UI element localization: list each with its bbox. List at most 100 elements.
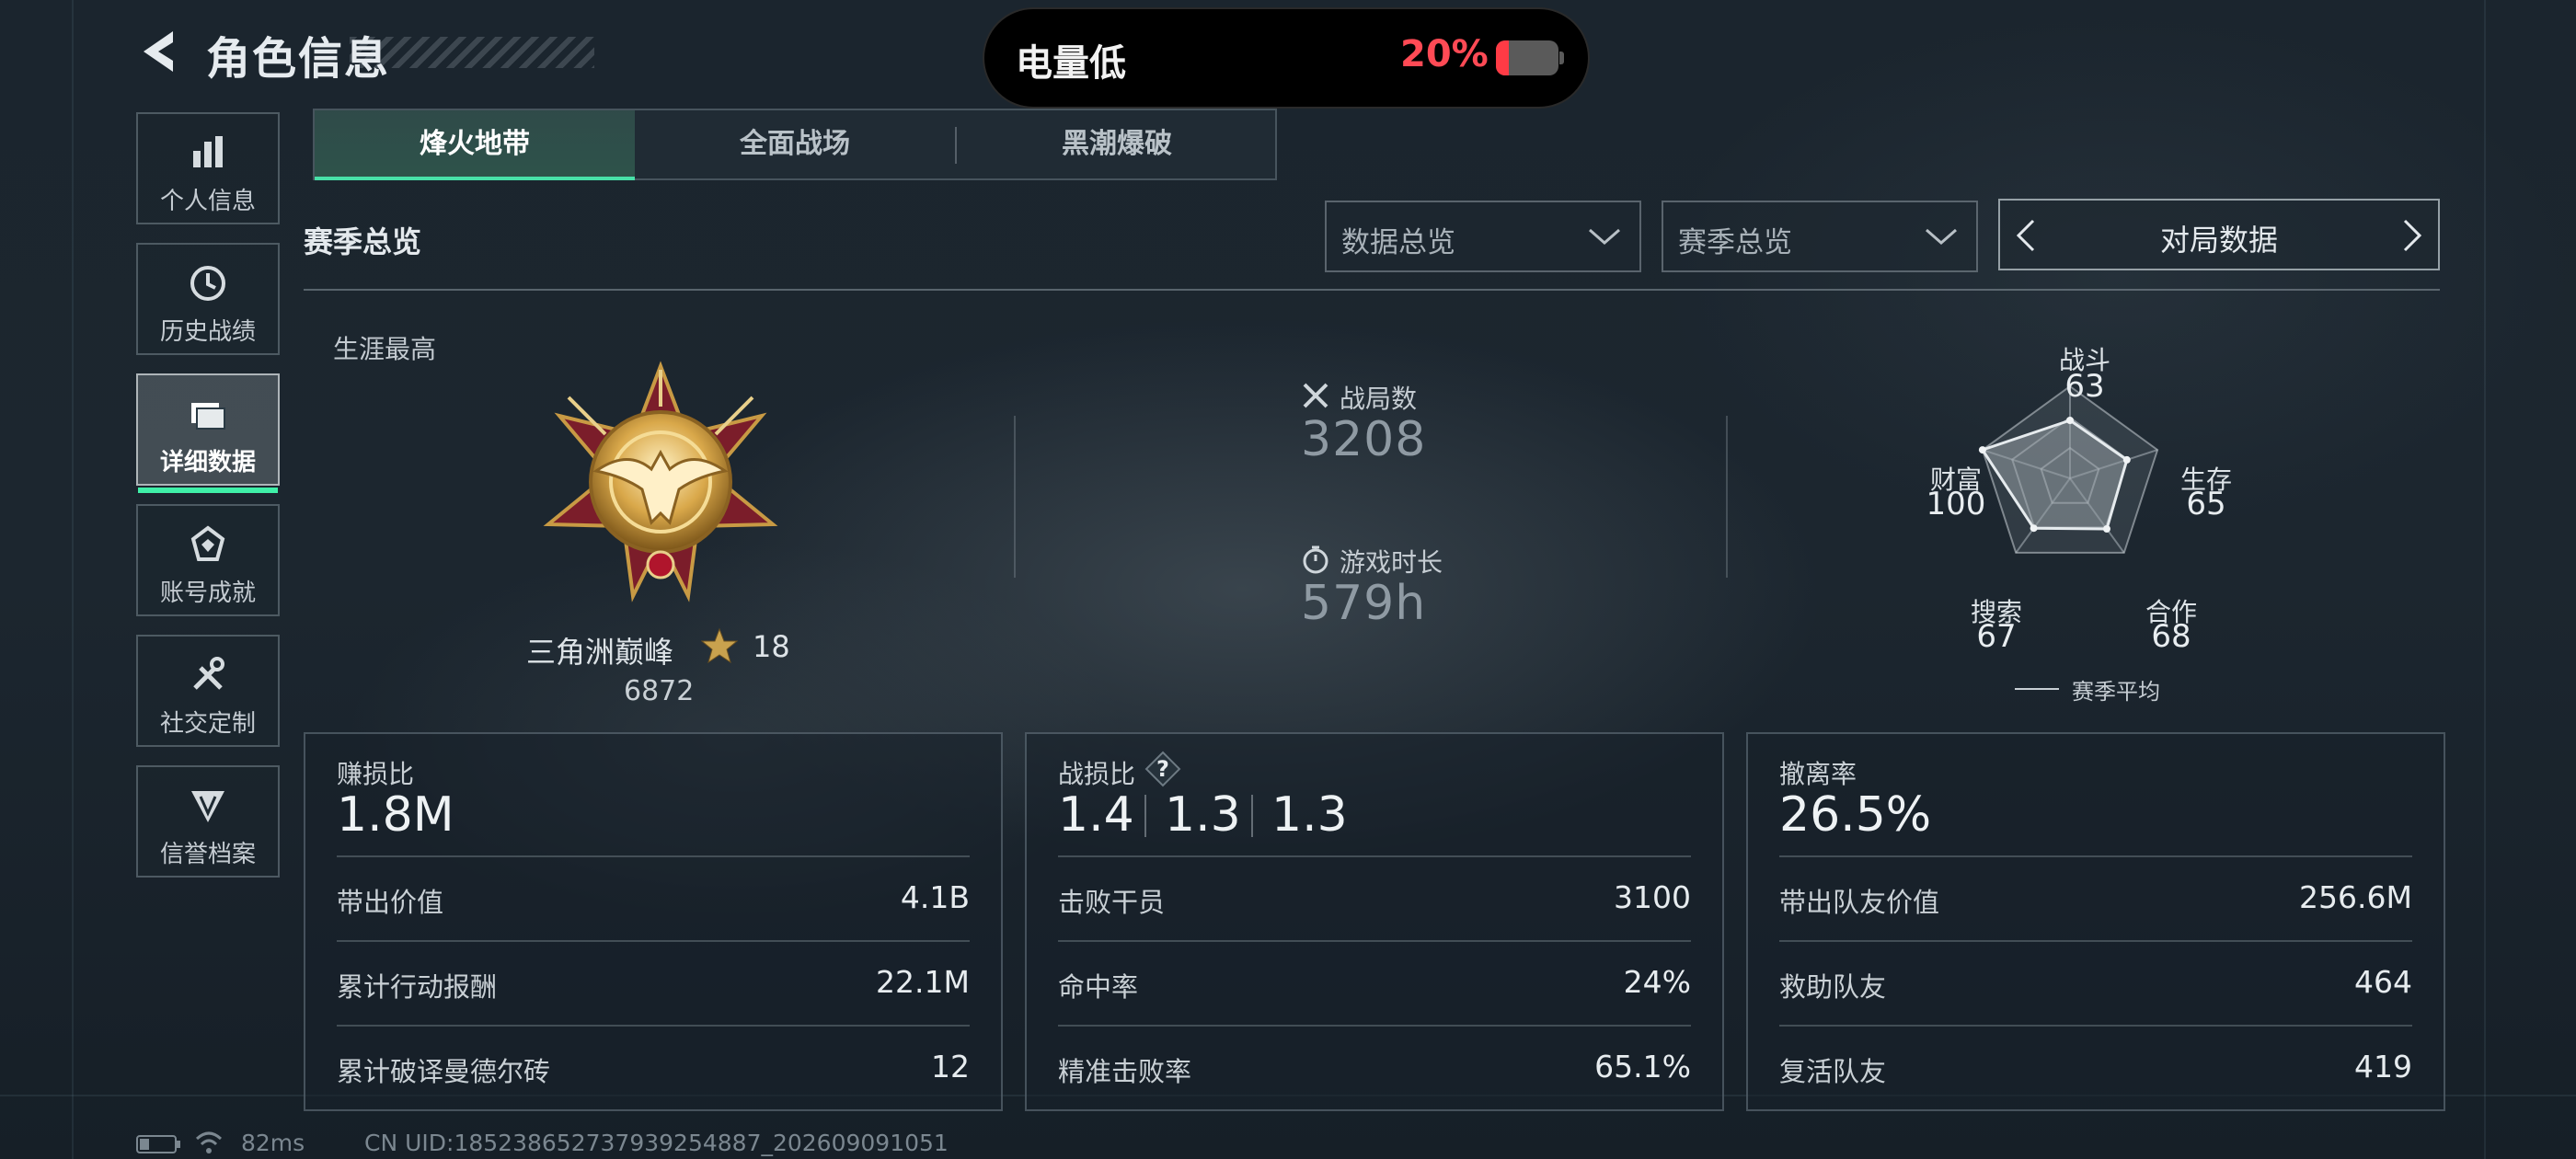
stat-key: 累计破译曼德尔砖 — [337, 1056, 551, 1087]
panel-title: 撤离率 — [1779, 759, 1857, 789]
stat-row: 复活队友 419 — [1779, 1025, 2412, 1111]
matches-value: 3208 — [1301, 412, 1427, 467]
ratio-divider — [1144, 795, 1146, 837]
frame-line — [72, 0, 74, 1159]
rank-star-count: 18 — [753, 629, 790, 664]
badge-icon — [190, 525, 225, 561]
stat-row: 累计破译曼德尔砖 12 — [337, 1025, 970, 1111]
matches-label: 战局数 — [1340, 384, 1418, 414]
stat-key: 带出价值 — [337, 887, 444, 918]
section-divider — [304, 289, 2440, 291]
star-icon — [701, 627, 738, 664]
sidebar-item-achievements[interactable]: 账号成就 — [136, 504, 280, 616]
frame-line — [2484, 0, 2486, 1159]
stat-value: 65.1% — [1594, 1049, 1691, 1084]
playtime-label: 游戏时长 — [1340, 547, 1443, 578]
battery-percent: 20% — [1400, 33, 1489, 75]
stat-value: 12 — [931, 1049, 970, 1084]
user-uid: CN UID:18523865273793925488​7_2026090910… — [364, 1130, 949, 1156]
radar-point — [2122, 455, 2131, 464]
sidebar-item-profile[interactable]: 个人信息 — [136, 112, 280, 224]
radar-legend: 赛季平均 — [2072, 679, 2160, 705]
chevron-right-icon[interactable] — [2399, 217, 2425, 254]
stat-value: 419 — [2354, 1049, 2412, 1084]
rank-score: 6872 — [624, 675, 695, 707]
stat-row: 命中率 24% — [1058, 940, 1691, 1027]
dropdown-value: 数据总览 — [1341, 226, 1455, 259]
panel-title: 战损比 — [1058, 759, 1136, 789]
sidebar-item-reputation[interactable]: 信誉档案 — [136, 765, 280, 878]
extraction-rate-panel: 撤离率 26.5% 带出队友价值 256.6M 救助队友 464 复活队友 41… — [1746, 732, 2445, 1111]
mode-tabs: 烽火地带 全面战场 黑潮爆破 — [313, 109, 1277, 180]
kd-ratio-value: 1.3 — [1271, 787, 1348, 843]
stat-row: 带出价值 4.1B — [337, 855, 970, 942]
tab-black-tide[interactable]: 黑潮爆破 — [957, 110, 1277, 178]
tools-icon — [193, 657, 224, 690]
sidebar-item-label: 详细数据 — [159, 449, 256, 476]
rank-name: 三角洲巅峰 — [526, 635, 674, 670]
tab-firezone[interactable]: 烽火地带 — [315, 110, 635, 180]
stat-value: 22.1M — [876, 964, 970, 1000]
column-divider — [1726, 416, 1728, 578]
sidebar-item-label: 社交定制 — [159, 710, 256, 738]
radar-point — [2102, 525, 2110, 534]
stat-key: 累计行动报酬 — [337, 971, 498, 1003]
stat-key: 击败干员 — [1058, 887, 1166, 918]
radar-value-combat: 63 — [2064, 368, 2105, 405]
shield-emblem-icon — [191, 791, 224, 822]
stat-row: 救助队友 464 — [1779, 940, 2412, 1027]
section-title: 赛季总览 — [304, 224, 422, 259]
playtime-value: 579h — [1301, 576, 1427, 631]
radar-value-cooperation: 68 — [2151, 618, 2191, 655]
panel-title: 赚损比 — [337, 759, 415, 789]
legend-line — [2015, 688, 2059, 690]
stat-value: 464 — [2354, 964, 2412, 1000]
radar-point — [1978, 446, 1986, 454]
bar-chart-icon — [193, 136, 223, 167]
radar-point — [2030, 524, 2038, 533]
help-icon[interactable]: ? — [1144, 751, 1181, 787]
stat-row: 累计行动报酬 22.1M — [337, 940, 970, 1027]
kd-ratio-value: 1.3 — [1165, 787, 1241, 843]
sidebar-item-history[interactable]: 历史战绩 — [136, 243, 280, 355]
stat-value: 256.6M — [2299, 879, 2412, 915]
stat-key: 带出队友价值 — [1779, 887, 1940, 918]
sidebar-item-label: 历史战绩 — [159, 318, 256, 346]
stat-value: 3100 — [1614, 879, 1691, 915]
chevron-down-icon — [1589, 228, 1620, 245]
pager-label: 对局数据 — [2159, 223, 2278, 258]
sidebar-item-label: 账号成就 — [159, 580, 256, 607]
stat-row: 带出队友价值 256.6M — [1779, 855, 2412, 942]
files-icon — [191, 403, 225, 430]
history-icon — [190, 266, 225, 301]
back-arrow-icon[interactable] — [136, 26, 184, 77]
sidebar-item-details[interactable]: 详细数据 — [136, 373, 280, 493]
radar-value-search: 67 — [1976, 618, 2017, 655]
stat-row: 击败干员 3100 — [1058, 855, 1691, 942]
panel-main-value: 26.5% — [1779, 787, 1932, 843]
device-battery-icon — [136, 1135, 180, 1153]
stat-value: 4.1B — [900, 879, 970, 915]
rank-medal-icon — [543, 361, 778, 602]
sidebar-item-social[interactable]: 社交定制 — [136, 635, 280, 747]
chevron-down-icon — [1926, 228, 1957, 245]
crossed-swords-icon — [1303, 383, 1328, 408]
ratio-divider — [1251, 795, 1253, 837]
tab-full-battlefield[interactable]: 全面战场 — [635, 110, 955, 178]
page-title: 角色信息 — [206, 33, 391, 85]
sidebar-item-label: 个人信息 — [159, 188, 256, 215]
panel-main-value: 1.8M — [337, 787, 454, 843]
kd-ratio-value: 1.4 — [1058, 787, 1134, 843]
ping-value: 82ms — [241, 1130, 305, 1156]
stat-row: 精准击败率 65.1% — [1058, 1025, 1691, 1111]
battery-label: 电量低 — [1016, 42, 1126, 85]
radar-value-survival: 65 — [2186, 486, 2226, 522]
stat-key: 命中率 — [1058, 971, 1139, 1003]
active-indicator — [138, 488, 278, 493]
battery-icon — [1496, 40, 1564, 75]
stopwatch-icon — [1303, 545, 1328, 574]
data-overview-dropdown[interactable]: 数据总览 — [1325, 201, 1641, 272]
season-dropdown[interactable]: 赛季总览 — [1662, 201, 1978, 272]
stat-key: 救助队友 — [1779, 971, 1887, 1003]
column-divider — [1014, 416, 1016, 578]
